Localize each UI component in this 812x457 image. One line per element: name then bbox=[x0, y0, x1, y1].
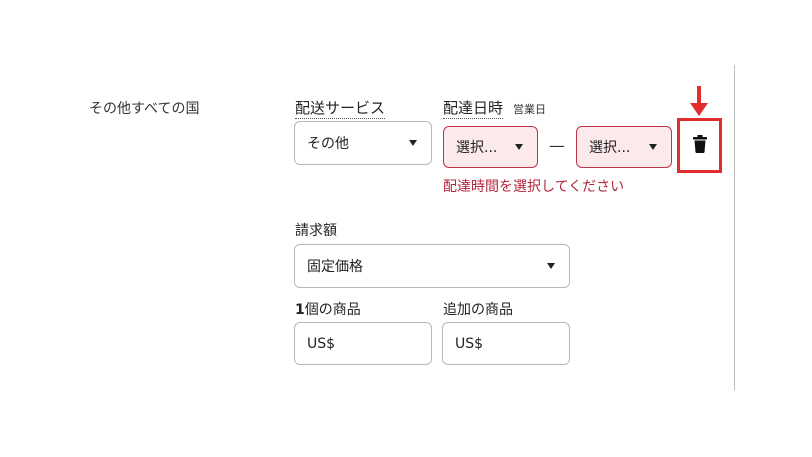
delivery-time-label: 配達日時 bbox=[443, 97, 504, 119]
additional-item-label: 追加の商品 bbox=[443, 302, 513, 318]
delivery-time-from-value: 選択... bbox=[456, 140, 498, 156]
chevron-down-icon bbox=[649, 144, 657, 150]
shipping-service-label: 配送サービス bbox=[295, 97, 386, 119]
first-item-label-number: 1 bbox=[295, 302, 305, 318]
first-item-price-value: US$ bbox=[307, 335, 336, 352]
billing-select[interactable]: 固定価格 bbox=[294, 244, 570, 288]
first-item-label: 1個の商品 bbox=[295, 299, 361, 319]
first-item-price-input[interactable]: US$ bbox=[294, 322, 432, 365]
panel-divider bbox=[734, 65, 735, 390]
region-label: その他すべての国 bbox=[89, 101, 200, 117]
first-item-label-text: 個の商品 bbox=[304, 302, 361, 318]
additional-item-price-input[interactable]: US$ bbox=[442, 322, 570, 365]
shipping-service-select[interactable]: その他 bbox=[294, 121, 432, 165]
billing-label: 請求額 bbox=[295, 223, 337, 239]
down-arrow-icon bbox=[688, 86, 710, 118]
chevron-down-icon bbox=[409, 140, 417, 146]
delivery-time-error: 配達時間を選択してください bbox=[443, 179, 625, 195]
range-separator: — bbox=[549, 136, 565, 155]
delivery-time-label-text: 配達日時 bbox=[443, 99, 504, 119]
chevron-down-icon bbox=[515, 144, 523, 150]
trash-icon bbox=[692, 134, 707, 157]
shipping-service-value: その他 bbox=[307, 136, 349, 152]
delivery-time-to-select[interactable]: 選択... bbox=[576, 126, 672, 168]
chevron-down-icon bbox=[547, 263, 555, 269]
additional-item-price-value: US$ bbox=[455, 335, 484, 352]
delete-button[interactable] bbox=[677, 118, 722, 173]
business-days-label: 営業日 bbox=[513, 103, 546, 116]
delivery-time-to-value: 選択... bbox=[589, 140, 631, 156]
delivery-time-from-select[interactable]: 選択... bbox=[443, 126, 538, 168]
billing-value: 固定価格 bbox=[307, 259, 363, 275]
shipping-service-label-text: 配送サービス bbox=[295, 99, 386, 119]
